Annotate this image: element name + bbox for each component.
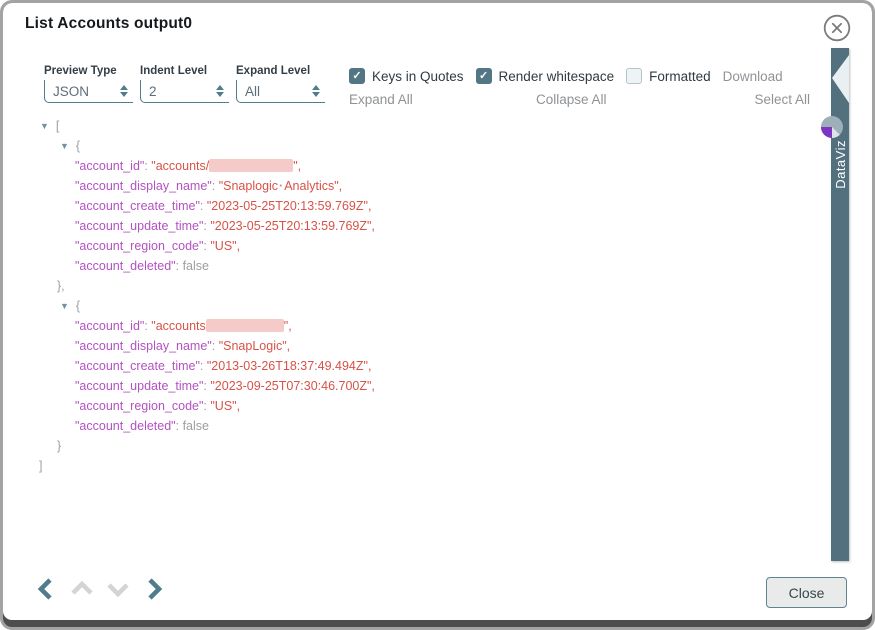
json-val: "Snaplogic <box>219 179 278 193</box>
json-val: "accounts/ <box>151 159 209 173</box>
json-tree-line: "account_create_time": "2013-03-26T18:37… <box>3 356 813 376</box>
json-tree-line: "account_display_name": "SnapLogic", <box>3 336 813 356</box>
expand-level-label: Expand Level <box>236 65 325 77</box>
json-tree-line: "account_update_time": "2023-09-25T07:30… <box>3 376 813 396</box>
json-val: "US", <box>210 239 240 253</box>
panel-collapse-arrow-icon <box>831 55 849 105</box>
json-colon: : <box>176 419 183 433</box>
expand-triangle-icon[interactable]: ▼ <box>40 121 49 131</box>
json-punct: }, <box>57 279 65 293</box>
stepper-up-icon[interactable] <box>312 85 320 90</box>
json-tree-line: ▼{ <box>3 296 813 316</box>
json-val: "2023-05-25T20:13:59.769Z", <box>207 199 372 213</box>
json-colon: : <box>200 199 207 213</box>
json-punct: { <box>76 299 80 313</box>
json-punct: { <box>76 139 80 153</box>
json-key: "account_deleted" <box>75 259 176 273</box>
checkbox-icon[interactable]: ✓ <box>626 68 642 84</box>
redacted-value <box>209 159 293 172</box>
json-tree-line: ] <box>3 456 813 476</box>
checkbox-label: Keys in Quotes <box>372 69 464 84</box>
json-key: "account_create_time" <box>75 199 200 213</box>
json-val: ", <box>284 319 292 333</box>
json-key: "account_id" <box>75 319 144 333</box>
scroll-up-button[interactable] <box>68 575 96 603</box>
pie-chart-icon <box>820 115 844 139</box>
keys-in-quotes-checkbox[interactable]: ✓ Keys in Quotes <box>349 68 464 84</box>
json-punct: ] <box>39 459 42 473</box>
json-tree-line: "account_id": "accounts/", <box>3 156 813 176</box>
json-colon: : <box>212 179 219 193</box>
window-frame: List Accounts output0 Preview Type JSON <box>0 0 875 630</box>
checkbox-label: Render whitespace <box>499 69 615 84</box>
json-val: "US", <box>210 399 240 413</box>
json-val: ", <box>293 159 301 173</box>
json-tree-line: "account_update_time": "2023-05-25T20:13… <box>3 216 813 236</box>
checkbox-icon[interactable]: ✓ <box>349 68 365 84</box>
stepper-up-icon[interactable] <box>216 85 224 90</box>
indent-level-label: Indent Level <box>140 65 229 77</box>
close-button[interactable]: Close <box>766 577 847 608</box>
json-val: Analytics", <box>284 179 342 193</box>
expand-all-link[interactable]: Expand All <box>349 92 413 107</box>
dataviz-tab[interactable]: DataViz <box>831 48 849 561</box>
checkbox-icon[interactable]: ✓ <box>476 68 492 84</box>
json-val: "2023-09-25T07:30:46.700Z", <box>210 379 375 393</box>
json-val: "SnapLogic", <box>219 339 290 353</box>
options-row: ✓ Keys in Quotes ✓ Render whitespace ✓ F… <box>349 68 783 84</box>
close-icon[interactable] <box>822 13 852 43</box>
json-key: "account_region_code" <box>75 399 203 413</box>
json-colon: : <box>200 359 207 373</box>
download-link[interactable]: Download <box>723 69 783 84</box>
preview-type-label: Preview Type <box>44 65 133 77</box>
json-key: "account_display_name" <box>75 339 212 353</box>
json-key: "account_create_time" <box>75 359 200 373</box>
collapse-all-link[interactable]: Collapse All <box>536 92 607 107</box>
json-tree-line: ▼[ <box>3 116 813 136</box>
redacted-value <box>206 319 284 332</box>
tree-actions-row: Expand All Collapse All Select All <box>3 92 810 108</box>
dataviz-tab-label: DataViz <box>831 140 849 250</box>
json-val: "2013-03-26T18:37:49.494Z", <box>207 359 372 373</box>
json-punct: [ <box>56 119 59 133</box>
json-tree-line: "account_region_code": "US", <box>3 236 813 256</box>
stepper-up-icon[interactable] <box>120 85 128 90</box>
json-colon: : <box>176 259 183 273</box>
scroll-down-button[interactable] <box>104 575 132 603</box>
dialog-title: List Accounts output0 <box>25 15 192 33</box>
json-tree-line: "account_create_time": "2023-05-25T20:13… <box>3 196 813 216</box>
json-tree-line: } <box>3 436 813 456</box>
json-tree-line: "account_id": "accounts", <box>3 316 813 336</box>
json-plain: false <box>183 419 209 433</box>
json-tree-line: "account_region_code": "US", <box>3 396 813 416</box>
render-whitespace-checkbox[interactable]: ✓ Render whitespace <box>476 68 615 84</box>
json-tree-line: "account_deleted": false <box>3 256 813 276</box>
json-val: "2023-05-25T20:13:59.769Z", <box>210 219 375 233</box>
select-all-link[interactable]: Select All <box>754 92 810 107</box>
json-val: "accounts <box>151 319 205 333</box>
prev-document-button[interactable] <box>32 575 60 603</box>
json-plain: false <box>183 259 209 273</box>
json-key: "account_deleted" <box>75 419 176 433</box>
json-punct: } <box>57 439 61 453</box>
json-key: "account_id" <box>75 159 144 173</box>
json-key: "account_display_name" <box>75 179 212 193</box>
json-colon: : <box>212 339 219 353</box>
screen: List Accounts output0 Preview Type JSON <box>0 0 875 630</box>
next-document-button[interactable] <box>140 575 168 603</box>
json-key: "account_region_code" <box>75 239 203 253</box>
document-nav <box>32 575 168 603</box>
expand-triangle-icon[interactable]: ▼ <box>60 301 69 311</box>
json-key: "account_update_time" <box>75 379 203 393</box>
expand-triangle-icon[interactable]: ▼ <box>60 141 69 151</box>
json-key: "account_update_time" <box>75 219 203 233</box>
json-tree-line: "account_display_name": "Snaplogic·Analy… <box>3 176 813 196</box>
json-tree-line: }, <box>3 276 813 296</box>
checkbox-label: Formatted <box>649 69 711 84</box>
json-tree: ▼[▼{"account_id": "accounts/","account_d… <box>3 116 813 476</box>
json-tree-line: "account_deleted": false <box>3 416 813 436</box>
preview-dialog: List Accounts output0 Preview Type JSON <box>3 3 872 620</box>
json-tree-line: ▼{ <box>3 136 813 156</box>
formatted-checkbox[interactable]: ✓ Formatted <box>626 68 711 84</box>
